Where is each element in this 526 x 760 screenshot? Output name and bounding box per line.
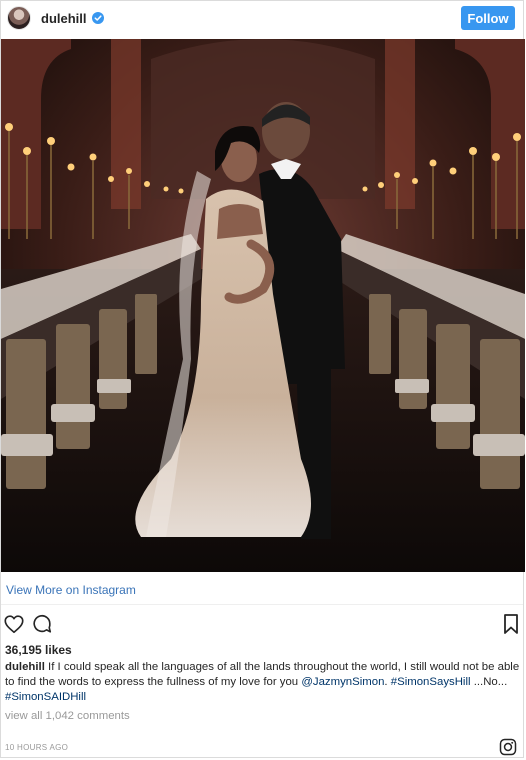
caption-more[interactable]: ...No... — [471, 676, 508, 688]
bookmark-icon[interactable] — [502, 613, 520, 635]
instagram-logo-icon[interactable] — [499, 738, 517, 756]
wedding-photo-illustration — [1, 39, 525, 572]
caption-mention[interactable]: @JazmynSimon — [301, 676, 384, 688]
follow-button[interactable]: Follow — [461, 6, 515, 30]
view-all-comments-link[interactable]: view all 1,042 comments — [5, 710, 130, 722]
post-caption: dulehill If I could speak all the langua… — [5, 660, 520, 705]
divider — [1, 604, 523, 605]
heart-icon[interactable] — [3, 613, 25, 635]
instagram-embed-card: dulehill Follow View More on Instagram 3… — [0, 0, 525, 758]
comment-icon[interactable] — [31, 613, 53, 635]
profile-avatar[interactable] — [7, 6, 31, 30]
verified-badge-icon — [91, 12, 104, 24]
like-count[interactable]: 36,195 likes — [5, 643, 72, 657]
post-header: dulehill Follow — [1, 1, 523, 35]
post-photo[interactable] — [1, 39, 525, 572]
profile-username[interactable]: dulehill — [41, 11, 87, 26]
caption-hashtag-2[interactable]: #SimonSAIDHill — [5, 691, 86, 703]
post-timestamp: 10 HOURS AGO — [5, 743, 69, 752]
action-bar — [3, 613, 523, 635]
caption-hashtag[interactable]: #SimonSaysHill — [391, 676, 471, 688]
caption-username[interactable]: dulehill — [5, 661, 45, 673]
view-more-link[interactable]: View More on Instagram — [6, 583, 136, 597]
